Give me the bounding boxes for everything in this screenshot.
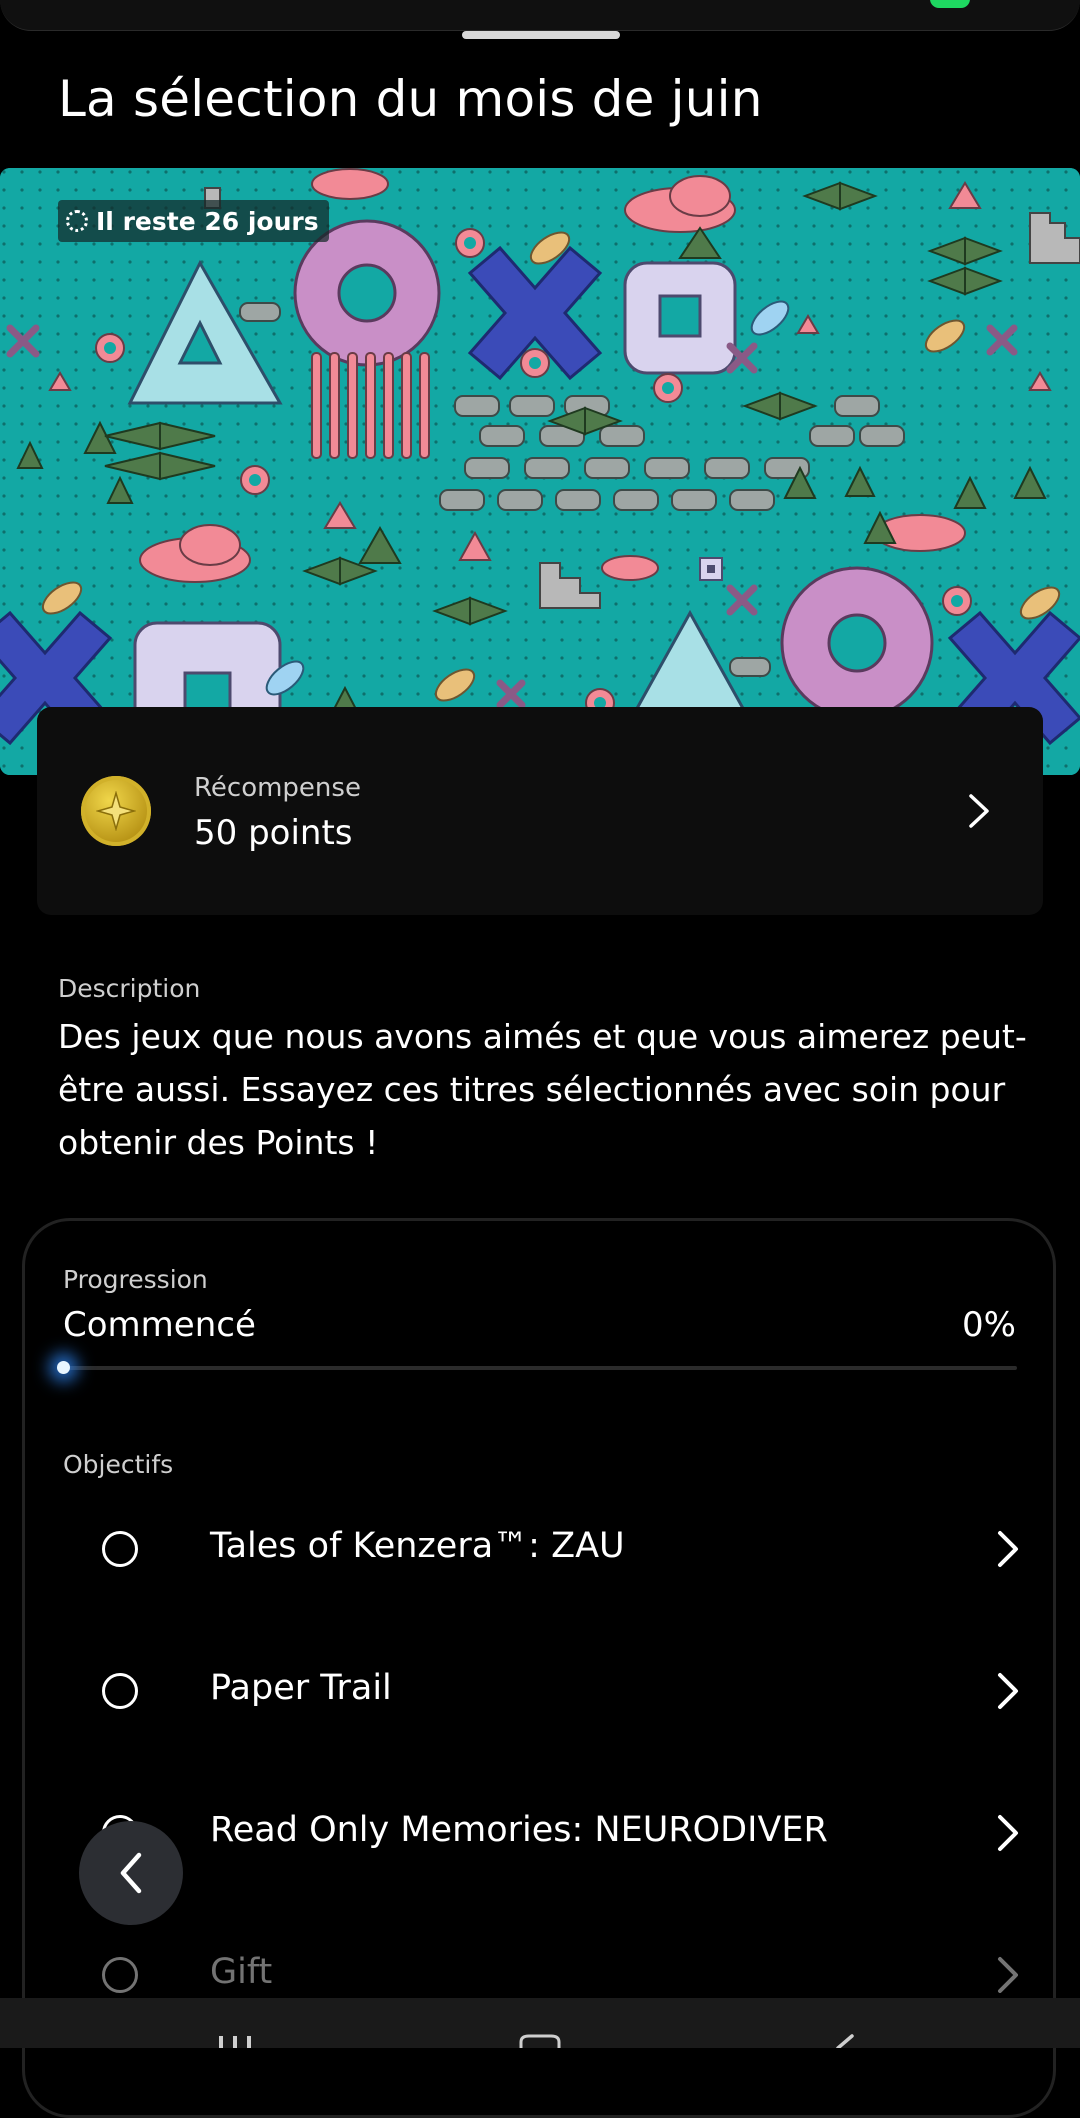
objective-title: Tales of Kenzera™: ZAU <box>210 1526 625 1566</box>
description-label: Description <box>58 974 201 1003</box>
progress-indicator-dot <box>57 1361 70 1374</box>
days-remaining-badge: Il reste 26 jours <box>58 200 329 242</box>
objective-status-circle-icon <box>102 1673 138 1709</box>
status-indicator <box>930 0 970 8</box>
recent-apps-icon[interactable] <box>215 2034 255 2048</box>
progress-status: Commencé <box>63 1305 256 1345</box>
progress-bar <box>63 1366 1017 1370</box>
objective-row[interactable]: Paper Trail <box>60 1638 1020 1748</box>
reward-card[interactable]: Récompense 50 points <box>37 707 1043 915</box>
banner-image <box>0 168 1080 775</box>
reward-label: Récompense <box>194 773 361 803</box>
progress-label: Progression <box>63 1265 208 1294</box>
back-icon[interactable] <box>830 2034 860 2048</box>
chevron-right-icon <box>969 794 989 828</box>
system-navigation-bar <box>0 1998 1080 2048</box>
page-title: La sélection du mois de juin <box>58 70 763 128</box>
top-sheet-edge <box>0 0 1080 31</box>
chevron-left-icon <box>120 1852 142 1894</box>
objective-title: Gift <box>210 1952 273 1992</box>
objectives-label: Objectifs <box>63 1450 174 1479</box>
chevron-right-icon <box>998 1815 1018 1851</box>
chevron-right-icon <box>998 1531 1018 1567</box>
timer-icon <box>66 210 88 232</box>
description-text: Des jeux que nous avons aimés et que vou… <box>58 1017 1027 1162</box>
objective-row[interactable]: Read Only Memories: NEURODIVER <box>60 1780 1020 1890</box>
back-button[interactable] <box>79 1821 183 1925</box>
objective-status-circle-icon <box>102 1957 138 1993</box>
progress-percent: 0% <box>962 1305 1016 1345</box>
objective-title: Paper Trail <box>210 1668 392 1708</box>
chevron-right-icon <box>998 1957 1018 1993</box>
home-icon[interactable] <box>515 2034 565 2048</box>
chevron-right-icon <box>998 1673 1018 1709</box>
drag-handle[interactable] <box>462 31 620 39</box>
objective-status-circle-icon <box>102 1531 138 1567</box>
objective-title: Read Only Memories: NEURODIVER <box>210 1810 828 1850</box>
coin-icon <box>81 776 151 846</box>
days-remaining-text: Il reste 26 jours <box>96 206 319 236</box>
reward-value: 50 points <box>194 813 353 853</box>
objective-row[interactable]: Tales of Kenzera™: ZAU <box>60 1496 1020 1606</box>
